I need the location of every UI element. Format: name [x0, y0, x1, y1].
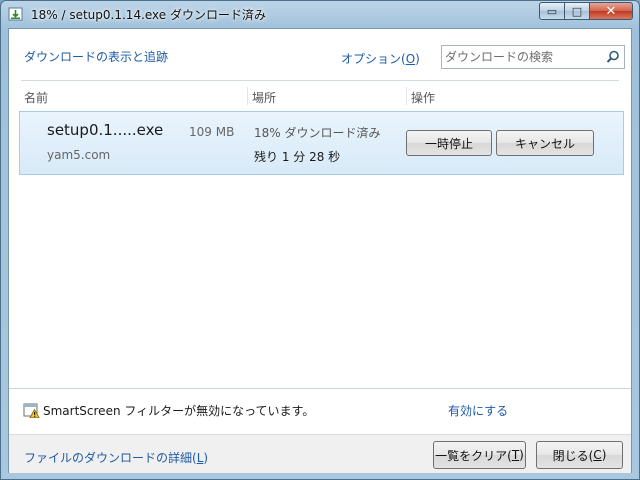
- page-title: ダウンロードの表示と追跡: [24, 50, 169, 64]
- pause-button[interactable]: 一時停止: [406, 130, 492, 156]
- download-size: 109 MB: [189, 125, 235, 139]
- search-icon[interactable]: [606, 50, 620, 64]
- clear-list-label: 一覧をクリア(: [435, 448, 512, 463]
- window-title: 18% / setup0.1.14.exe ダウンロード済み: [31, 8, 266, 22]
- smartscreen-divider: [9, 388, 631, 389]
- options-link-label: オプション(: [341, 52, 406, 66]
- column-separator: [406, 87, 407, 105]
- download-status: 18% ダウンロード済み: [254, 126, 381, 140]
- download-source-site: yam5.com: [47, 148, 111, 162]
- column-separator: [247, 87, 248, 105]
- close-button-accesskey: C: [593, 448, 602, 462]
- close-button-close: ): [601, 448, 607, 462]
- clear-list-accesskey: T: [511, 448, 520, 462]
- maximize-button[interactable]: □: [565, 2, 590, 20]
- column-header-location[interactable]: 場所: [252, 89, 276, 106]
- details-link-label: ファイルのダウンロードの詳細(: [24, 451, 197, 465]
- cancel-button[interactable]: キャンセル: [496, 130, 594, 156]
- title-bar[interactable]: 18% / setup0.1.14.exe ダウンロード済み ▭ □ ✕: [1, 1, 639, 27]
- clear-list-close: ): [519, 448, 524, 462]
- header-divider: [21, 80, 619, 81]
- options-link-accesskey: O: [405, 52, 416, 66]
- footer: ファイルのダウンロードの詳細(L) 一覧をクリア(T) 閉じる(C): [9, 434, 631, 473]
- download-window-icon: [8, 6, 24, 22]
- smartscreen-message: SmartScreen フィルターが無効になっています。: [43, 404, 315, 418]
- details-link-close: ): [203, 451, 209, 465]
- close-button-label: 閉じる(: [552, 448, 594, 463]
- search-input[interactable]: [445, 48, 597, 66]
- download-remaining-time: 残り 1 分 28 秒: [254, 150, 341, 164]
- options-link[interactable]: オプション(O): [341, 50, 420, 67]
- minimize-icon: ▭: [546, 4, 558, 18]
- column-header-actions[interactable]: 操作: [411, 89, 435, 106]
- enable-smartscreen-link[interactable]: 有効にする: [448, 402, 508, 419]
- download-row[interactable]: setup0.1.....exe 109 MB yam5.com 18% ダウン…: [19, 111, 624, 175]
- close-window-button[interactable]: ✕: [590, 2, 633, 20]
- minimize-button[interactable]: ▭: [539, 2, 565, 20]
- options-link-close: ): [415, 52, 420, 66]
- download-details-link[interactable]: ファイルのダウンロードの詳細(L): [24, 449, 208, 466]
- download-manager-window: 18% / setup0.1.14.exe ダウンロード済み ▭ □ ✕ ダウン…: [0, 0, 640, 480]
- window-controls: ▭ □ ✕: [539, 2, 633, 22]
- client-area: ダウンロードの表示と追跡 オプション(O) 名前 場所 操作 setup0.1.…: [8, 28, 632, 473]
- close-button[interactable]: 閉じる(C): [536, 441, 623, 469]
- search-box: [441, 45, 625, 69]
- close-icon: ✕: [605, 3, 617, 19]
- maximize-icon: □: [571, 4, 583, 18]
- column-headers: 名前 場所 操作: [9, 85, 631, 107]
- shield-warning-icon: [23, 402, 40, 419]
- clear-list-button[interactable]: 一覧をクリア(T): [433, 441, 526, 469]
- column-header-name[interactable]: 名前: [24, 89, 48, 106]
- download-filename: setup0.1.....exe: [47, 121, 164, 139]
